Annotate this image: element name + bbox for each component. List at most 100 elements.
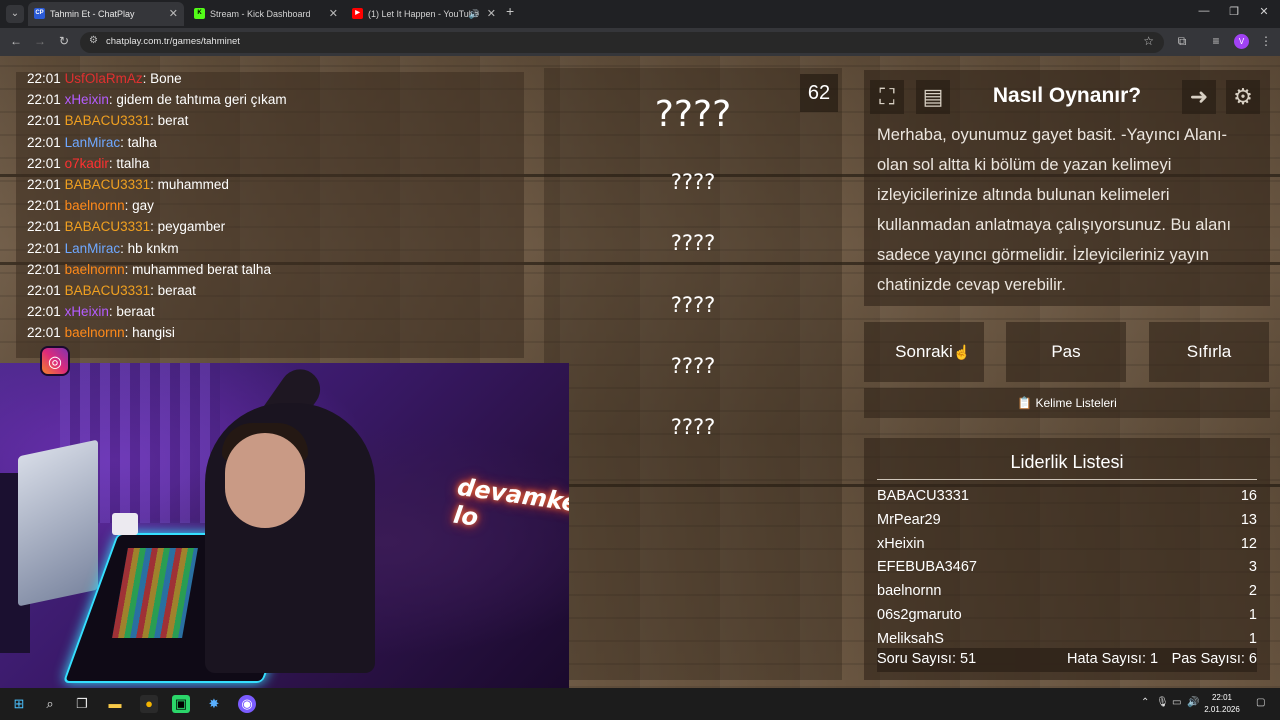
taboo-word: ????	[670, 354, 716, 378]
chat-username[interactable]: baelnornn	[65, 325, 125, 340]
windows-start-icon[interactable]: ⊞	[10, 695, 28, 713]
chat-text: : gidem de tahtıma geri çıkam	[108, 92, 287, 108]
tab-search-button[interactable]: ⌄	[6, 5, 24, 23]
chat-text: : beraat	[150, 283, 196, 298]
volume-icon[interactable]: 🔊	[1187, 697, 1199, 708]
notification-icon[interactable]: ▢	[1256, 697, 1265, 708]
settings-app-icon[interactable]: ✸	[205, 695, 223, 713]
leaderboard-row: MrPear29 13	[877, 512, 1257, 536]
chat-text: : hangisi	[124, 325, 175, 341]
close-tab-icon[interactable]: ✕	[169, 2, 178, 26]
tab-kick-dashboard[interactable]: K Stream - Kick Dashboard ✕	[188, 2, 344, 26]
site-info-icon[interactable]: ⚙	[89, 35, 98, 46]
chat-username[interactable]: baelnornn	[65, 198, 125, 213]
close-window-icon[interactable]: ✕	[1254, 5, 1274, 18]
chat-message: 22:01 baelnornn: muhammed berat talha	[27, 262, 271, 282]
chat-timestamp: 22:01	[27, 198, 61, 214]
reload-icon[interactable]: ↻	[56, 34, 72, 48]
chat-username[interactable]: BABACU3331	[65, 177, 151, 192]
chat-username[interactable]: BABACU3331	[65, 283, 151, 298]
leaderboard-panel: Liderlik Listesi BABACU3331 16 MrPear29 13 x…	[864, 438, 1270, 680]
clock-time: 22:01	[1211, 693, 1233, 702]
leaderboard-name: EFEBUBA3467	[877, 559, 977, 576]
chat-username[interactable]: LanMirac	[65, 241, 121, 256]
file-explorer-icon[interactable]: ▬	[106, 695, 124, 713]
streamer-face	[225, 433, 305, 528]
extensions-icon[interactable]: ⧉	[1174, 34, 1190, 49]
leaderboard-row: BABACU3331 16	[877, 488, 1257, 512]
address-bar[interactable]: ⚙ chatplay.com.tr/games/tahminet ☆	[80, 32, 1164, 53]
chat-text: : gay	[124, 198, 154, 214]
close-tab-icon[interactable]: ✕	[487, 2, 496, 26]
streaming-app-icon[interactable]: ◉	[238, 695, 256, 713]
chat-message: 22:01 xHeixin: gidem de tahtıma geri çık…	[27, 92, 287, 112]
chat-message: 22:01 BABACU3331: berat	[27, 113, 188, 133]
forward-icon[interactable]: →	[32, 34, 48, 48]
kebab-menu-icon[interactable]: ⋮	[1258, 34, 1274, 48]
minimize-icon[interactable]: —	[1194, 5, 1214, 17]
chat-message: 22:01 xHeixin: beraat	[27, 304, 155, 324]
taboo-word: ????	[670, 170, 716, 194]
reset-button[interactable]: Sıfırla	[1149, 322, 1269, 382]
chat-panel[interactable]: 22:01 UsfOlaRmAz: Bone 22:01 xHeixin: gid…	[16, 72, 524, 358]
chat-timestamp: 22:01	[27, 113, 61, 129]
chat-timestamp: 22:01	[27, 261, 61, 277]
task-view-icon[interactable]: ❐	[73, 695, 91, 713]
close-tab-icon[interactable]: ✕	[329, 2, 338, 26]
bookmark-star-icon[interactable]: ☆	[1143, 34, 1154, 48]
media-control-icon[interactable]: ≡	[1208, 34, 1224, 48]
chat-username[interactable]: baelnornn	[65, 262, 125, 277]
how-to-play-title: Nasıl Oynanır?	[992, 84, 1142, 107]
pass-button[interactable]: Pas	[1006, 322, 1126, 382]
mug	[112, 513, 138, 535]
chat-message: 22:01 baelnornn: hangisi	[27, 325, 175, 345]
chat-text: : talha	[120, 134, 157, 150]
speaker-icon[interactable]: 🔊	[469, 2, 480, 26]
monitor-screen	[18, 439, 98, 607]
leaderboard-score: 12	[1240, 535, 1257, 552]
chat-message: 22:01 BABACU3331: peygamber	[27, 219, 225, 239]
new-tab-button[interactable]: +	[506, 3, 514, 19]
chat-text: : berat	[150, 113, 189, 129]
word-lists-button[interactable]: 📋 Kelime Listeleri	[864, 388, 1270, 418]
chat-message: 22:01 BABACU3331: beraat	[27, 283, 196, 303]
leaderboard-row: xHeixin 12	[877, 536, 1257, 560]
chat-username[interactable]: BABACU3331	[65, 219, 151, 234]
chat-username[interactable]: LanMirac	[65, 135, 121, 150]
taboo-word: ????	[670, 231, 716, 255]
tray-overflow-icon[interactable]: ⌃	[1141, 697, 1149, 708]
taboo-word: ????	[670, 293, 716, 317]
taboo-word: ????	[670, 415, 716, 439]
chat-timestamp: 22:01	[27, 134, 61, 150]
browser-tab-bar: ⌄ CP Tahmin Et - ChatPlay ✕ K Stream - K…	[0, 0, 1280, 28]
restore-icon[interactable]: ❐	[1224, 5, 1244, 18]
search-icon[interactable]: ⌕	[41, 695, 59, 713]
network-icon[interactable]: ▭	[1172, 697, 1181, 708]
game-page: 22:01 UsfOlaRmAz: Bone 22:01 xHeixin: gid…	[0, 56, 1280, 688]
leaderboard-score: 13	[1240, 511, 1257, 528]
tab-youtube[interactable]: ▶ (1) Let It Happen - YouTube 🔊 ✕	[346, 2, 502, 26]
leaderboard-divider	[877, 479, 1257, 480]
chrome-icon[interactable]: ●	[140, 695, 158, 713]
chat-username[interactable]: BABACU3331	[65, 113, 151, 128]
mouse-cursor-icon: ☝	[953, 344, 971, 360]
url-text[interactable]: chatplay.com.tr/games/tahminet	[106, 36, 240, 47]
chat-message: 22:01 UsfOlaRmAz: Bone	[27, 72, 182, 91]
taskbar-clock[interactable]: 22:01 2.01.2026	[1200, 692, 1244, 716]
error-count: Hata Sayısı: 1	[1067, 651, 1159, 667]
question-count: Soru Sayısı: 51	[877, 651, 977, 667]
chat-username[interactable]: xHeixin	[65, 304, 109, 319]
leaderboard-name: BABACU3331	[877, 488, 969, 504]
profile-avatar[interactable]: V	[1234, 34, 1249, 49]
browser-toolbar: ← → ↻ ⚙ chatplay.com.tr/games/tahminet ☆…	[0, 28, 1280, 56]
chat-username[interactable]: xHeixin	[65, 92, 109, 107]
app-icon[interactable]: ▣	[172, 695, 190, 713]
tab-tahmin-et[interactable]: CP Tahmin Et - ChatPlay ✕	[28, 2, 184, 26]
chat-username[interactable]: UsfOlaRmAz	[65, 72, 143, 86]
chat-message: 22:01 baelnornn: gay	[27, 198, 154, 218]
back-icon[interactable]: ←	[8, 34, 24, 48]
chat-username[interactable]: o7kadir	[65, 156, 109, 171]
microphone-icon[interactable]: 🎙	[1156, 697, 1169, 708]
chat-timestamp: 22:01	[27, 219, 61, 235]
chat-text: : muhammed berat talha	[124, 261, 271, 277]
